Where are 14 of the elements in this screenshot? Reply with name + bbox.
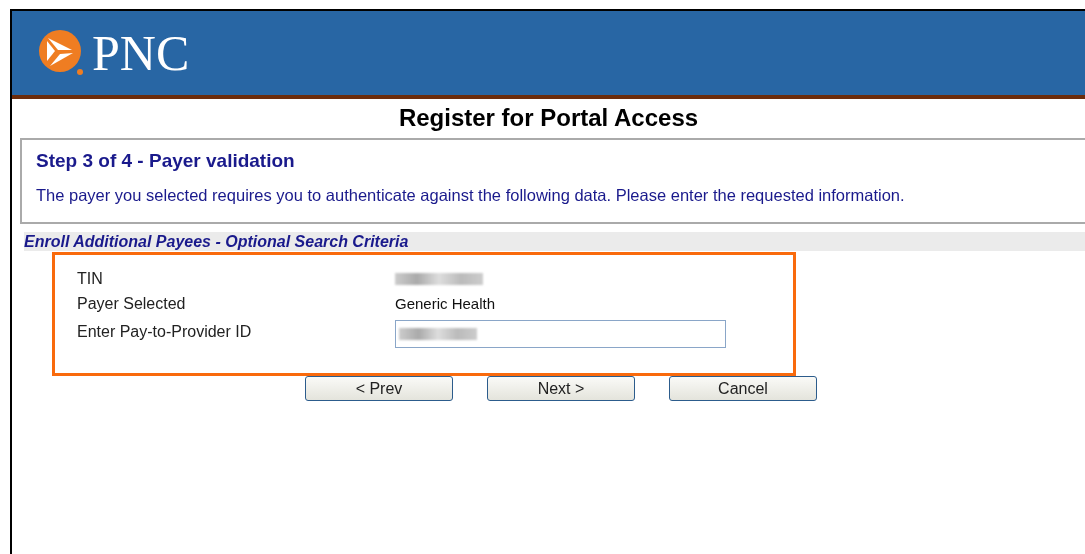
nav-button[interactable]: Next > [487, 376, 635, 401]
step-title: Step 3 of 4 - Payer validation [36, 150, 296, 172]
section-heading: Enroll Additional Payees - Optional Search Criteria [24, 233, 409, 250]
logo-icon [36, 28, 86, 78]
nav-button[interactable]: Cancel [669, 376, 817, 401]
field-value: Generic Health [395, 295, 496, 312]
field-label: TIN [77, 269, 104, 288]
field-label: Payer Selected [77, 294, 187, 313]
nav-button[interactable]: < Prev [305, 376, 453, 401]
field-label: Enter Pay-to-Provider ID [77, 323, 253, 341]
step-description: The payer you selected requires you to authenticate against the following data. Please enter the requested information. [36, 186, 906, 205]
input-field[interactable] [395, 320, 726, 348]
page-title: Register for Portal Access [397, 104, 700, 132]
logo-text: PNC [92, 28, 190, 78]
